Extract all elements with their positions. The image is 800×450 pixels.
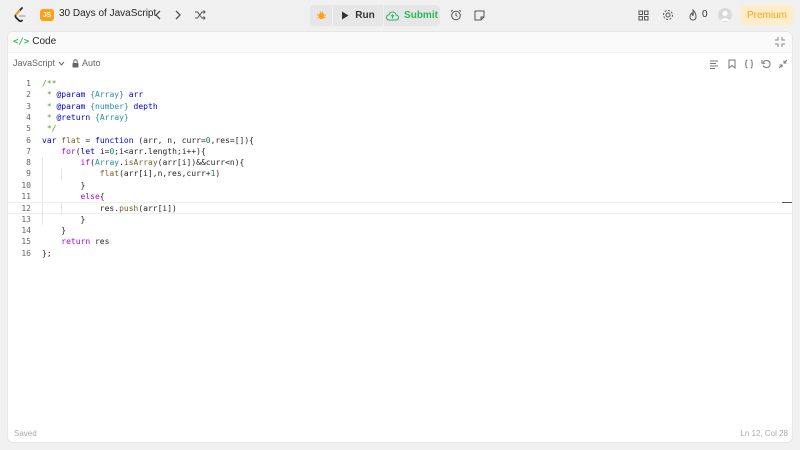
tab-code[interactable]: </> Code (13, 36, 56, 47)
problem-list-title[interactable]: 30 Days of JavaScript (59, 8, 156, 19)
line-number: 1 (26, 79, 31, 88)
bug-icon (316, 11, 326, 19)
scrollbar-cursor-marker[interactable] (782, 202, 792, 203)
line-number: 16 (21, 248, 31, 258)
next-problem-button[interactable] (171, 8, 185, 22)
line-number: 6 (26, 135, 31, 145)
notes-button[interactable] (472, 8, 486, 22)
avatar[interactable] (718, 8, 732, 22)
lock-icon (72, 58, 79, 67)
chevron-right-icon (175, 10, 181, 20)
alarm-clock-icon (450, 9, 462, 21)
submit-button[interactable]: Submit (384, 5, 440, 26)
tab-code-label: Code (32, 36, 57, 47)
line-number: 2 (26, 90, 31, 100)
auto-mode-label: Auto (82, 58, 101, 68)
braces-button[interactable] (743, 58, 755, 70)
code-line: 14 } (8, 225, 792, 236)
line-number: 4 (26, 112, 31, 122)
editor-toolbar: JavaScript Auto (8, 54, 792, 74)
timer-button[interactable] (449, 8, 463, 22)
note-icon (474, 10, 484, 20)
auto-mode-toggle[interactable]: Auto (72, 58, 101, 68)
language-label: JavaScript (13, 58, 56, 68)
line-number: 11 (21, 192, 31, 201)
streak-count: 0 (702, 9, 708, 20)
line-number: 8 (26, 158, 31, 168)
code-line: 16}; (8, 248, 792, 259)
code-line: 1/** (8, 78, 792, 89)
user-avatar-icon (720, 11, 730, 21)
collapse-icon (778, 59, 788, 69)
code-line: 8 if(Array.isArray(arr[i])&&curr<n){ (8, 157, 792, 169)
premium-button[interactable]: Premium (741, 5, 793, 25)
line-number: 14 (21, 225, 31, 235)
streak-indicator[interactable] (686, 8, 700, 22)
chevron-left-icon (155, 10, 161, 20)
gear-icon (663, 10, 673, 20)
settings-button[interactable] (661, 8, 675, 22)
flame-icon (689, 9, 697, 21)
line-number: 7 (26, 146, 31, 156)
code-panel: </> Code JavaScript Auto 1/** 2 * @param… (7, 31, 793, 443)
code-line: 13 } (8, 213, 792, 225)
align-left-icon (710, 60, 718, 69)
chevron-down-icon (58, 61, 65, 66)
line-number: 5 (26, 124, 31, 134)
reset-code-button[interactable] (760, 58, 772, 70)
code-line: 7 for(let i=0;i<arr.length;i++){ (8, 146, 792, 157)
minimize-button[interactable] (777, 58, 789, 70)
line-number: 10 (21, 180, 31, 190)
code-line: 6 var flat = function (arr, n, curr=0,res… (8, 135, 792, 146)
debug-button[interactable] (310, 5, 332, 26)
format-button[interactable] (708, 58, 720, 70)
action-group: Run Submit (310, 5, 440, 26)
bookmark-button[interactable] (726, 58, 738, 70)
random-problem-button[interactable] (193, 8, 207, 22)
leetcode-logo-icon[interactable] (13, 7, 27, 23)
run-label: Run (355, 10, 375, 21)
status-bar: Saved Ln 12, Col 28 (8, 424, 792, 442)
bookmark-icon (728, 59, 736, 69)
line-number: 3 (26, 101, 31, 111)
submit-label: Submit (404, 10, 438, 21)
code-line: 2 * @param {Array} arr (8, 89, 792, 100)
code-line: 3 * @param {number} depth (8, 101, 792, 112)
language-select[interactable]: JavaScript (13, 58, 65, 68)
top-bar: JS 30 Days of JavaScript Run Submit 0 Pr… (0, 0, 800, 30)
code-line-active: 12 res.push(arr[i]) (8, 202, 792, 215)
code-icon: </> (13, 36, 30, 47)
play-icon (342, 11, 349, 20)
code-line: 4 * @return {Array} (8, 112, 792, 123)
code-line: 11 else{ (8, 191, 792, 203)
curly-braces-icon (744, 59, 754, 69)
line-number: 15 (21, 237, 31, 247)
cursor-position: Ln 12, Col 28 (740, 429, 788, 438)
prev-problem-button[interactable] (151, 8, 165, 22)
maximize-icon[interactable] (774, 36, 786, 48)
code-line: 5 */ (8, 123, 792, 134)
grid-layout-icon (638, 10, 648, 20)
run-button[interactable]: Run (333, 5, 383, 26)
cloud-upload-icon (386, 10, 400, 20)
code-line: 9 flat(arr[i],n,res,curr+1) (8, 168, 792, 180)
layout-button[interactable] (636, 8, 650, 22)
code-editor[interactable]: 1/** 2 * @param {Array} arr 3 * @param {… (8, 76, 792, 416)
code-line: 10 } (8, 179, 792, 191)
code-line: 15 return res (8, 236, 792, 247)
line-number: 13 (21, 214, 31, 224)
panel-header: </> Code (8, 32, 792, 53)
undo-icon (761, 59, 771, 69)
shuffle-icon (195, 10, 206, 20)
js-badge-icon: JS (40, 9, 54, 21)
save-status: Saved (14, 429, 37, 438)
line-number: 9 (26, 169, 31, 179)
